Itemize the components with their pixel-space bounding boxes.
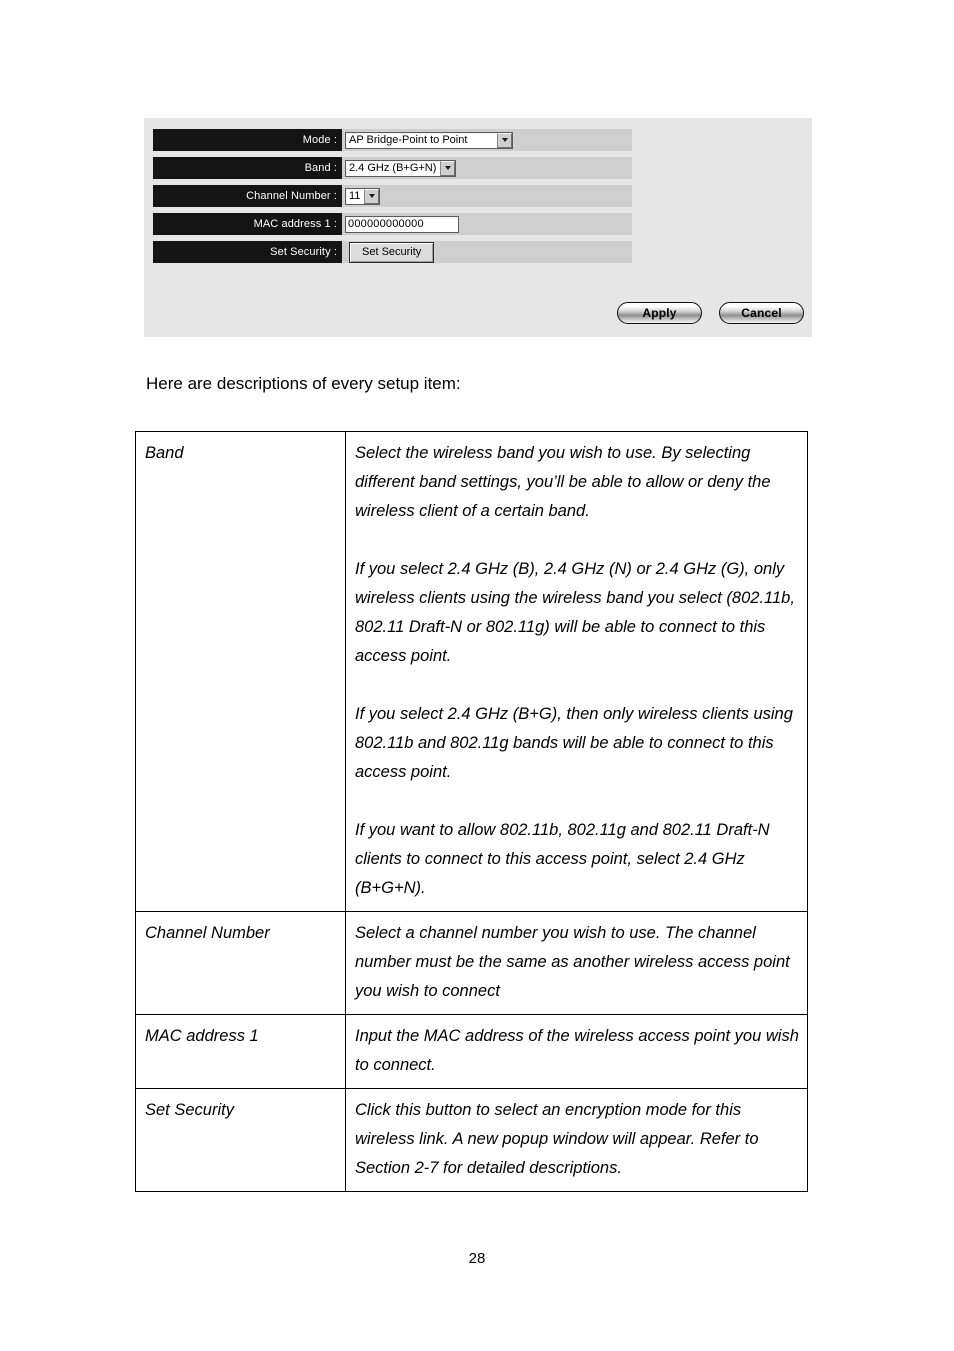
description-paragraph: Click this button to select an encryptio… (355, 1101, 759, 1177)
cancel-button[interactable]: Cancel (719, 302, 804, 324)
caret-glyph (444, 166, 451, 170)
field-label-channel-number: Channel Number : (153, 185, 342, 207)
select-value: AP Bridge-Point to Point (349, 133, 468, 146)
description-paragraph: Select a channel number you wish to use.… (355, 924, 790, 1000)
field-control-wrap: 11 (342, 185, 632, 207)
description-mac-address-1: Input the MAC address of the wireless ac… (345, 1014, 808, 1089)
description-channel-number: Select a channel number you wish to use.… (345, 911, 808, 1015)
term-set-security: Set Security (135, 1088, 346, 1192)
form-row-mac-address-1: MAC address 1 :000000000000 (153, 213, 632, 235)
table-row: Channel Number Select a channel number yo… (135, 911, 808, 1015)
term-mac-address-1: MAC address 1 (135, 1014, 346, 1089)
description-paragraph: If you select 2.4 GHz (B+G), then only w… (355, 705, 793, 781)
settings-form: Mode : AP Bridge-Point to Point Band : 2.4 … (153, 129, 632, 269)
description-paragraph: If you select 2.4 GHz (B), 2.4 GHz (N) o… (355, 560, 795, 665)
intro-text: Here are descriptions of every setup ite… (146, 374, 461, 393)
field-label-set-security: Set Security : (153, 241, 342, 263)
select-channel-number[interactable]: 11 (345, 187, 381, 205)
select-band[interactable]: 2.4 GHz (B+G+N) (345, 159, 457, 177)
field-label-mac-address-1: MAC address 1 : (153, 213, 342, 235)
form-row-channel-number: Channel Number : 11 (153, 185, 632, 207)
field-control-wrap: 000000000000 (342, 213, 632, 235)
description-paragraph: Select the wireless band you wish to use… (355, 444, 771, 520)
select-value: 11 (349, 189, 361, 202)
table-row: MAC address 1 Input the MAC address of th… (135, 1014, 808, 1089)
form-action-buttons: Apply Cancel (617, 302, 804, 324)
form-row-mode: Mode : AP Bridge-Point to Point (153, 129, 632, 151)
caret-glyph (501, 138, 508, 142)
select-value: 2.4 GHz (B+G+N) (349, 161, 437, 174)
description-set-security: Click this button to select an encryptio… (345, 1088, 808, 1192)
table-body: Band Select the wireless band you wish to… (135, 431, 808, 1192)
description-band: Select the wireless band you wish to use… (345, 431, 808, 912)
chevron-down-icon[interactable] (364, 188, 380, 204)
select-mode[interactable]: AP Bridge-Point to Point (345, 131, 513, 149)
description-paragraph: If you want to allow 802.11b, 802.11g an… (355, 821, 770, 897)
table-row: Band Select the wireless band you wish to… (135, 431, 808, 912)
description-paragraph: Input the MAC address of the wireless ac… (355, 1027, 799, 1074)
setup-item-descriptions-table: Band Select the wireless band you wish to… (135, 431, 808, 1192)
field-control-wrap: AP Bridge-Point to Point (342, 129, 632, 151)
term-band: Band (135, 431, 346, 912)
chevron-down-icon[interactable] (440, 160, 456, 176)
set-security-button[interactable]: Set Security (349, 241, 435, 263)
term-channel-number: Channel Number (135, 911, 346, 1015)
form-row-set-security: Set Security : Set Security (153, 241, 632, 263)
table-row: Set Security Click this button to select … (135, 1088, 808, 1192)
caret-glyph (368, 194, 375, 198)
input-mac-address-1[interactable]: 000000000000 (345, 215, 459, 233)
page-number: 28 (468, 1250, 486, 1267)
apply-button[interactable]: Apply (617, 302, 702, 324)
chevron-down-icon[interactable] (497, 132, 512, 148)
field-label-band: Band : (153, 157, 342, 179)
router-config-screenshot: Mode : AP Bridge-Point to Point Band : 2.4 … (144, 118, 812, 337)
field-control-wrap: 2.4 GHz (B+G+N) (342, 157, 632, 179)
field-control-wrap: Set Security (342, 241, 632, 263)
form-row-band: Band : 2.4 GHz (B+G+N) (153, 157, 632, 179)
field-label-mode: Mode : (153, 129, 342, 151)
